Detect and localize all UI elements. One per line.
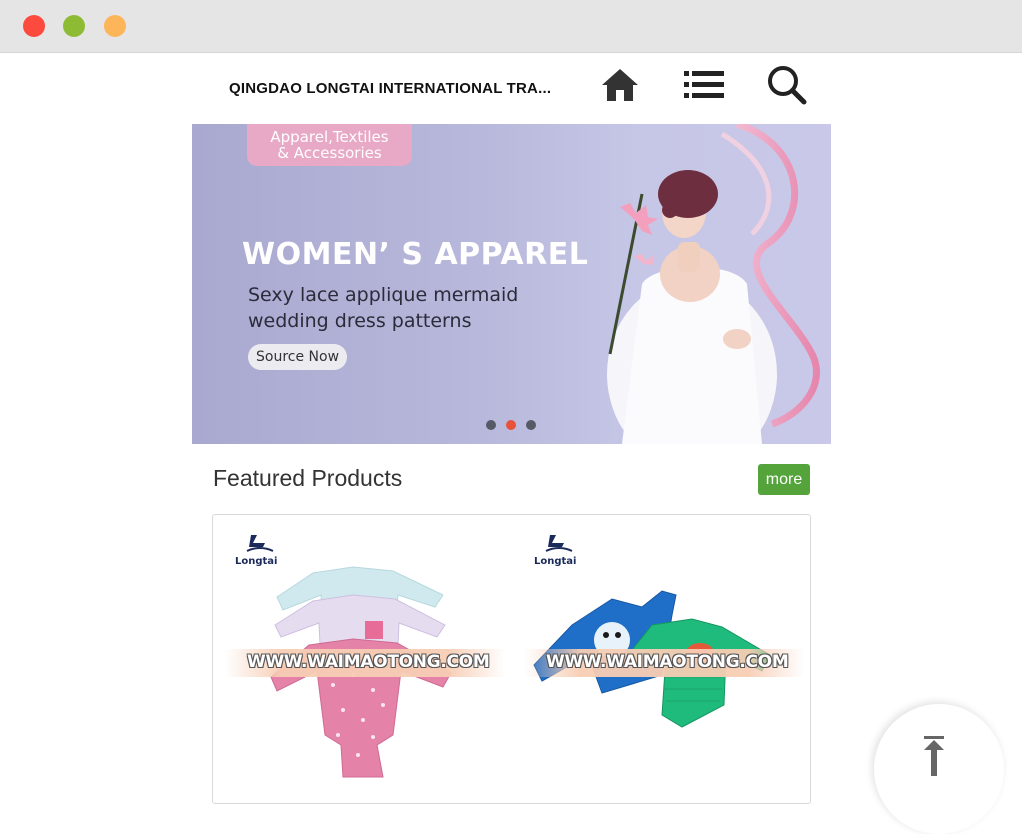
menu-list-icon[interactable] xyxy=(682,63,726,107)
search-icon[interactable] xyxy=(765,63,809,107)
carousel-dot-2[interactable] xyxy=(506,420,516,430)
site-header: QINGDAO LONGTAI INTERNATIONAL TRA... xyxy=(192,53,831,124)
product-card-1[interactable]: Longtai WWW.WAIMAOTONG.COM xyxy=(213,515,511,803)
banner-subtitle-line2: wedding dress patterns xyxy=(248,310,472,332)
category-tag-line1: Apparel,Textiles xyxy=(270,128,389,146)
category-tag: Apparel,Textiles & Accessories xyxy=(247,124,412,166)
carousel-pagination xyxy=(486,420,536,430)
watermark-banner: WWW.WAIMAOTONG.COM xyxy=(524,649,804,677)
back-to-top-button[interactable] xyxy=(874,704,1004,834)
featured-products-heading: Featured Products xyxy=(213,465,403,491)
product-card-2[interactable]: Longtai WWW.WAIMAOTONG.COM xyxy=(512,515,810,803)
source-now-button[interactable]: Source Now xyxy=(248,344,348,370)
company-name[interactable]: QINGDAO LONGTAI INTERNATIONAL TRA... xyxy=(229,80,551,97)
carousel-dot-1[interactable] xyxy=(486,420,496,430)
minimize-window-button[interactable] xyxy=(63,15,85,37)
arrow-up-icon xyxy=(924,736,944,776)
banner-subtitle: Sexy lace applique mermaid wedding dress… xyxy=(248,282,518,334)
window-titlebar xyxy=(0,0,1022,53)
more-button[interactable]: more xyxy=(758,464,810,495)
close-window-button[interactable] xyxy=(23,15,45,37)
maximize-window-button[interactable] xyxy=(104,15,126,37)
featured-products-grid: Longtai WWW.WAIMAOTONG.COM Longtai WWW.W… xyxy=(212,514,811,804)
banner-subtitle-line1: Sexy lace applique mermaid xyxy=(248,284,519,306)
category-tag-line2: & Accessories xyxy=(277,144,382,162)
home-icon[interactable] xyxy=(598,63,642,107)
banner-headline: WOMEN’ S APPAREL xyxy=(242,237,589,272)
bride-model-image xyxy=(607,124,820,444)
watermark-text: WWW.WAIMAOTONG.COM xyxy=(247,652,490,672)
watermark-banner: WWW.WAIMAOTONG.COM xyxy=(225,649,505,677)
browser-window: QINGDAO LONGTAI INTERNATIONAL TRA... App… xyxy=(0,0,1022,834)
carousel-dot-3[interactable] xyxy=(526,420,536,430)
watermark-text: WWW.WAIMAOTONG.COM xyxy=(546,652,789,672)
hero-banner[interactable]: Apparel,Textiles & Accessories WOMEN’ S … xyxy=(192,124,831,444)
